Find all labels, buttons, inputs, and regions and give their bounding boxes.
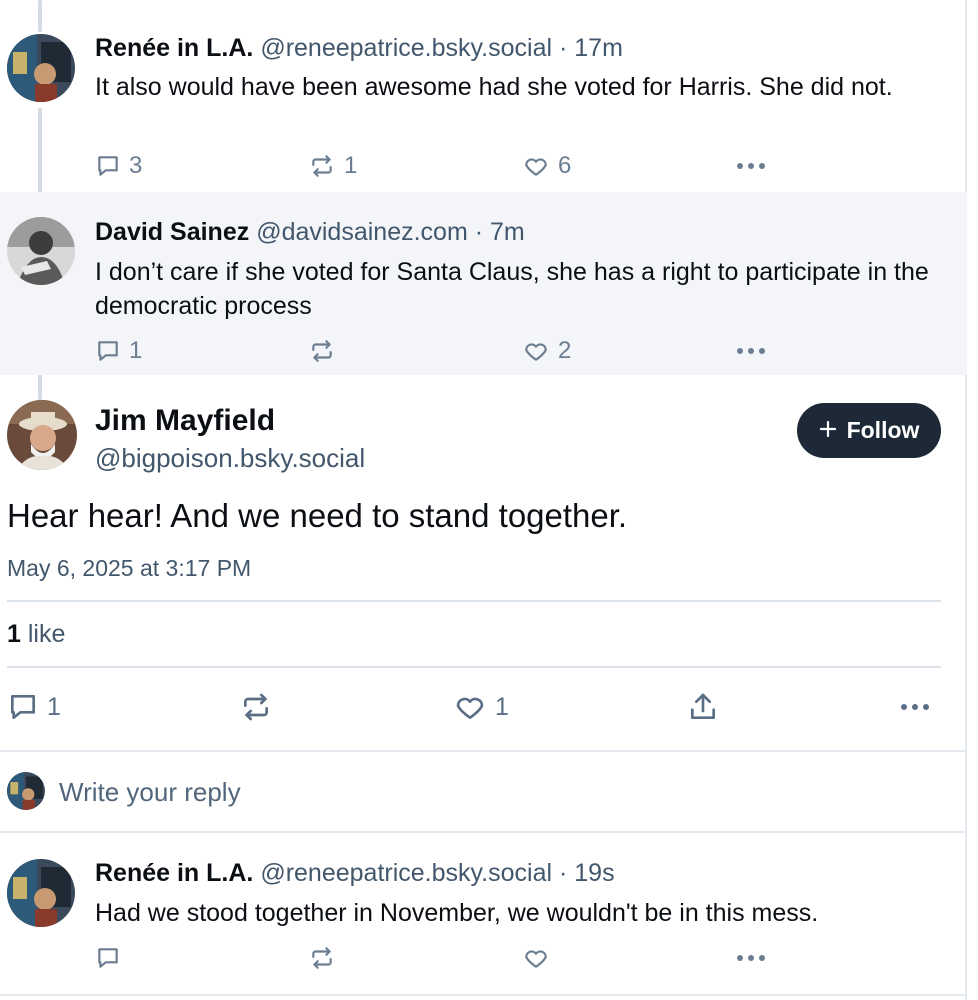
ellipsis-icon [736, 346, 766, 356]
likes-summary[interactable]: 1 like [7, 618, 65, 650]
speech-bubble-icon [95, 945, 121, 971]
heart-icon [522, 945, 550, 971]
repost-arrows-icon [239, 691, 273, 723]
reply-post[interactable]: Renée in L.A. @reneepatrice.bsky.social … [0, 833, 967, 993]
post-actions [95, 941, 795, 975]
separator-dot: · [559, 34, 568, 62]
like-button[interactable]: 6 [522, 149, 571, 183]
separator-dot: · [559, 859, 568, 887]
post-text: I don’t care if she voted for Santa Clau… [95, 258, 929, 320]
like-count: 2 [558, 337, 572, 364]
reply-button[interactable]: 1 [7, 690, 61, 724]
post-actions: 1 1 [7, 690, 937, 726]
heart-icon [522, 338, 550, 364]
post-time[interactable]: 7m [490, 218, 525, 246]
ellipsis-icon [900, 702, 930, 712]
more-options-button[interactable] [736, 334, 766, 368]
likes-word: like [27, 620, 66, 648]
avatar[interactable] [7, 34, 75, 102]
speech-bubble-icon [95, 153, 121, 179]
share-upload-icon [687, 691, 719, 723]
post-actions: 3 1 6 [95, 149, 795, 183]
avatar[interactable] [7, 859, 75, 927]
speech-bubble-icon [7, 691, 39, 723]
post-date: May 6, 2025 at 3:17 PM [7, 555, 252, 581]
post-header: Renée in L.A. @reneepatrice.bsky.social … [95, 857, 615, 889]
separator-dot: · [474, 218, 484, 246]
follow-label: Follow [846, 417, 920, 443]
author-handle[interactable]: @davidsainez.com [256, 218, 468, 246]
post-actions: 1 2 [95, 334, 795, 368]
repost-button[interactable] [308, 334, 344, 368]
heart-icon [453, 691, 487, 723]
author-name[interactable]: Renée in L.A. [95, 34, 253, 62]
post-thread-view: Renée in L.A. @reneepatrice.bsky.social … [0, 0, 967, 1000]
like-count: 6 [558, 152, 572, 179]
reply-button[interactable] [95, 941, 129, 975]
reply-count: 3 [129, 152, 143, 179]
reply-button[interactable]: 3 [95, 149, 142, 183]
post-text: Hear hear! And we need to stand together… [7, 497, 628, 534]
reply-button[interactable]: 1 [95, 334, 142, 368]
more-options-button[interactable] [736, 941, 766, 975]
author-name[interactable]: Renée in L.A. [95, 859, 253, 887]
reply-count: 1 [47, 692, 61, 721]
avatar[interactable] [7, 217, 75, 285]
author-handle[interactable]: @reneepatrice.bsky.social [260, 859, 552, 887]
avatar [7, 772, 45, 810]
avatar[interactable] [7, 400, 77, 470]
more-options-button[interactable] [900, 690, 930, 724]
post-time[interactable]: 17m [574, 34, 623, 62]
like-button[interactable]: 1 [453, 690, 509, 724]
ellipsis-icon [736, 161, 766, 171]
author-handle[interactable]: @bigpoison.bsky.social [95, 441, 365, 475]
follow-button[interactable]: Follow [797, 403, 941, 458]
plus-icon [819, 417, 837, 444]
post-header: David Sainez @davidsainez.com · 7m [95, 216, 525, 248]
thread-post[interactable]: David Sainez @davidsainez.com · 7m I don… [0, 192, 967, 375]
reply-composer[interactable]: Write your reply [0, 752, 967, 832]
post-header: Renée in L.A. @reneepatrice.bsky.social … [95, 32, 623, 64]
repost-arrows-icon [308, 338, 336, 364]
reply-input-placeholder[interactable]: Write your reply [59, 776, 241, 808]
repost-arrows-icon [308, 945, 336, 971]
like-count: 1 [495, 692, 509, 721]
post-text: Had we stood together in November, we wo… [95, 899, 819, 927]
repost-button[interactable] [308, 941, 344, 975]
repost-arrows-icon [308, 153, 336, 179]
speech-bubble-icon [95, 338, 121, 364]
repost-count: 1 [344, 152, 358, 179]
share-button[interactable] [687, 690, 719, 724]
ellipsis-icon [736, 953, 766, 963]
post-time[interactable]: 19s [574, 859, 614, 887]
thread-post[interactable]: Renée in L.A. @reneepatrice.bsky.social … [0, 0, 967, 192]
like-button[interactable] [522, 941, 558, 975]
divider [7, 600, 941, 602]
author-name[interactable]: Jim Mayfield [95, 402, 275, 440]
divider [7, 666, 941, 668]
post-text: It also would have been awesome had she … [95, 73, 893, 101]
more-options-button[interactable] [736, 149, 766, 183]
author-handle[interactable]: @reneepatrice.bsky.social [260, 34, 552, 62]
like-button[interactable]: 2 [522, 334, 571, 368]
author-name[interactable]: David Sainez [95, 218, 249, 246]
reply-count: 1 [129, 337, 143, 364]
likes-count: 1 [7, 620, 21, 648]
repost-button[interactable] [239, 690, 281, 724]
heart-icon [522, 153, 550, 179]
divider [0, 994, 967, 996]
repost-button[interactable]: 1 [308, 149, 357, 183]
